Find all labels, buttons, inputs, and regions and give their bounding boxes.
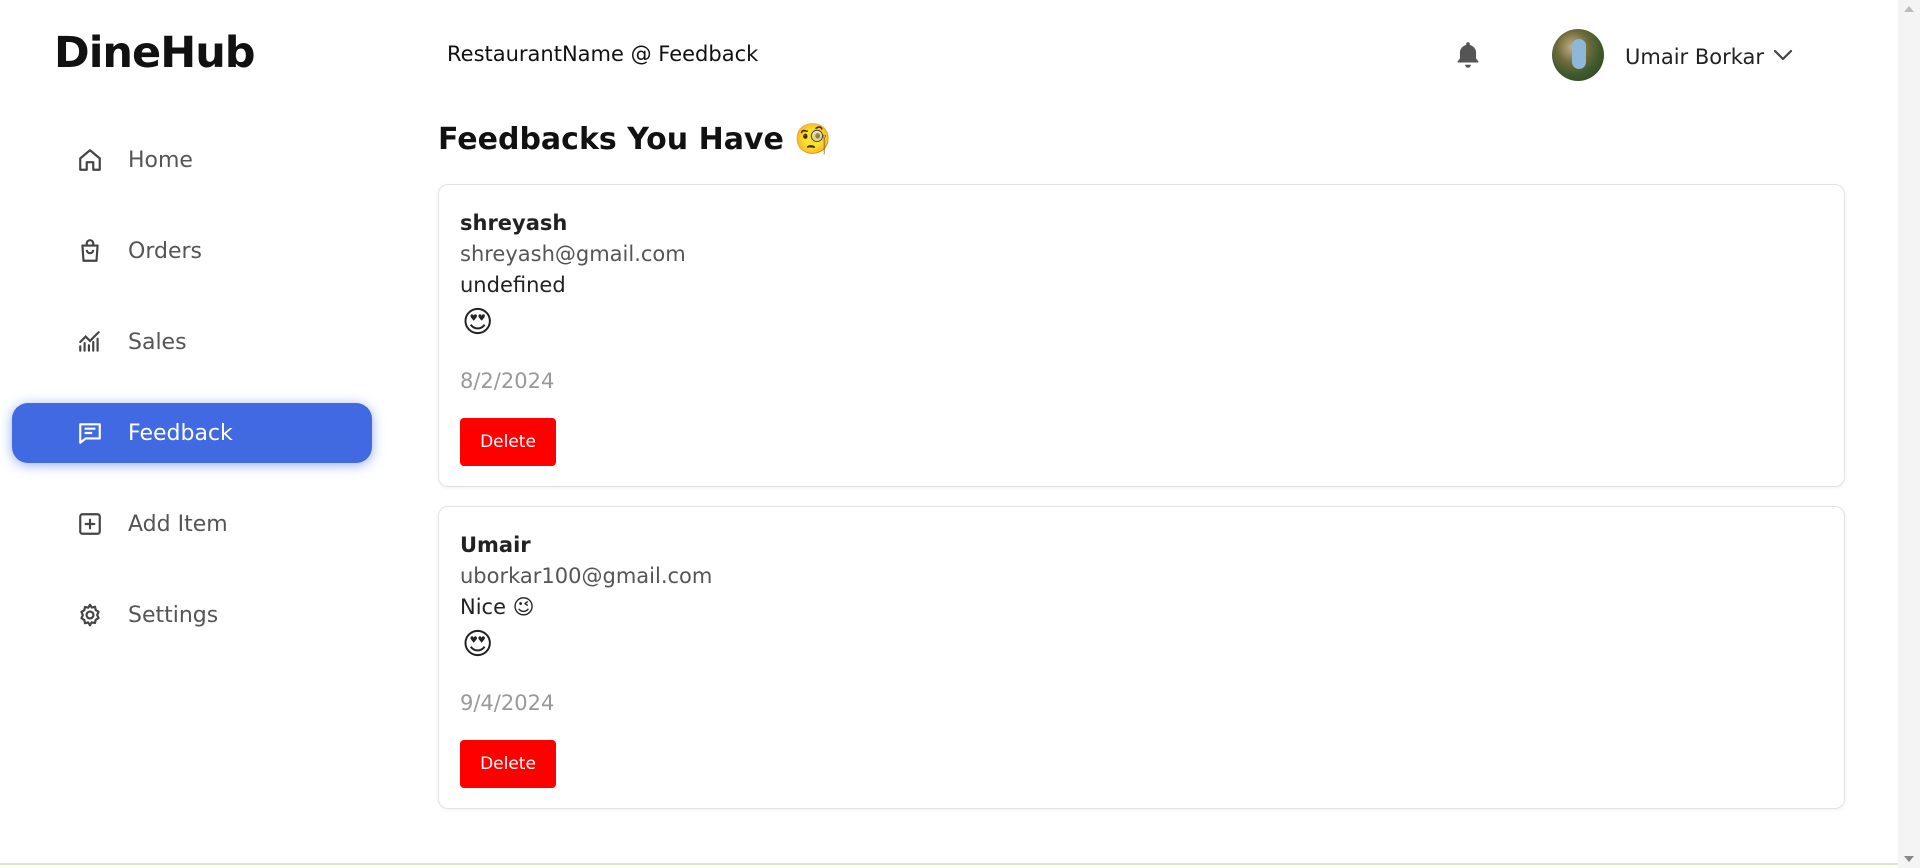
sidebar-item-label: Add Item [128,511,228,537]
feedback-message: undefined [460,273,566,297]
feedback-email: shreyash@gmail.com [460,242,686,266]
bottom-divider [0,863,1898,865]
vertical-scrollbar[interactable] [1898,0,1920,868]
chevron-down-icon[interactable] [1772,47,1794,63]
sidebar-item-sales[interactable]: Sales [12,312,372,372]
message-icon [76,419,104,447]
feedback-card: shreyash shreyash@gmail.com undefined 😍 … [438,184,1845,487]
feedback-date: 9/4/2024 [460,691,555,715]
home-icon [76,146,104,174]
gear-icon [76,601,104,629]
chart-icon [76,328,104,356]
feedback-date: 8/2/2024 [460,369,555,393]
user-name[interactable]: Umair Borkar [1625,45,1764,69]
delete-button[interactable]: Delete [460,740,556,788]
sidebar-item-orders[interactable]: Orders [12,221,372,281]
sidebar-item-feedback[interactable]: Feedback [12,403,372,463]
plus-square-icon [76,510,104,538]
feedback-message: Nice 😉 [460,595,535,619]
avatar[interactable] [1552,29,1604,81]
header-title: RestaurantName @ Feedback [447,42,759,66]
scroll-down-icon[interactable] [1904,856,1914,862]
sidebar-item-label: Home [128,147,193,173]
sidebar-item-label: Settings [128,602,219,628]
sidebar-item-home[interactable]: Home [12,130,372,190]
shopping-bag-icon [76,237,104,265]
scroll-up-icon[interactable] [1904,6,1914,12]
feedback-email: uborkar100@gmail.com [460,564,713,588]
avatar-figure [1572,39,1586,69]
sidebar-item-settings[interactable]: Settings [12,585,372,645]
sidebar-item-label: Orders [128,238,202,264]
feedback-card: Umair uborkar100@gmail.com Nice 😉 😍 9/4/… [438,506,1845,809]
sidebar-item-add-item[interactable]: Add Item [12,494,372,554]
feedback-name: Umair [460,533,531,557]
sidebar-item-label: Feedback [128,420,233,446]
app-logo[interactable]: DineHub [54,28,256,78]
delete-button[interactable]: Delete [460,418,556,466]
page-title: Feedbacks You Have 🧐 [438,122,832,157]
app-root: DineHub Home Orders Sales Feedback Add I… [0,0,1920,868]
feedback-rating-emoji: 😍 [462,305,494,340]
feedback-rating-emoji: 😍 [462,627,494,662]
sidebar-item-label: Sales [128,329,187,355]
sidebar-nav: Home Orders Sales Feedback Add Item Sett… [12,130,372,676]
bell-icon[interactable] [1454,40,1482,70]
feedback-name: shreyash [460,211,568,235]
